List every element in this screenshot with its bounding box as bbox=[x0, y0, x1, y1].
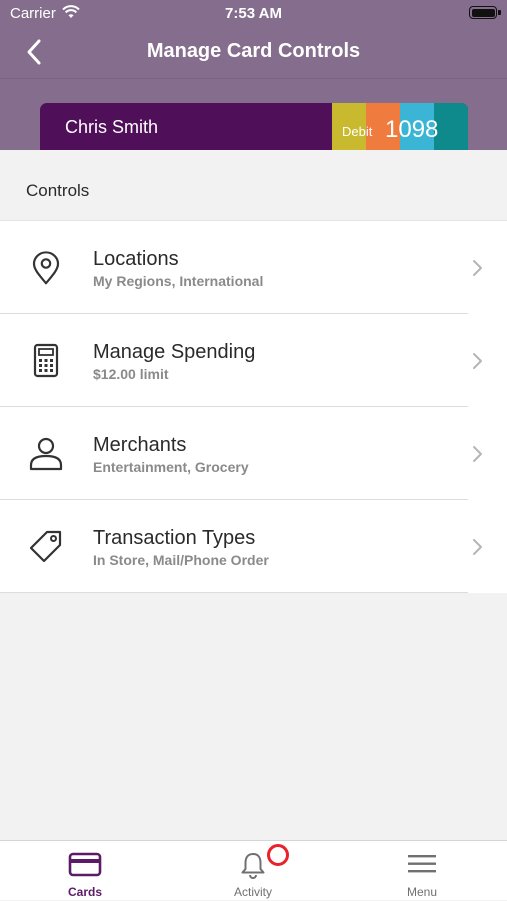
card-last4: 1098 bbox=[385, 116, 439, 143]
tab-menu[interactable]: Menu bbox=[362, 841, 482, 901]
card-icon bbox=[68, 851, 102, 882]
notification-badge bbox=[267, 844, 289, 866]
menu-icon bbox=[406, 851, 438, 882]
person-icon bbox=[26, 434, 66, 474]
control-row-spending[interactable]: Manage Spending $12.00 limit bbox=[0, 314, 507, 407]
control-row-locations[interactable]: Locations My Regions, International bbox=[0, 221, 507, 314]
chevron-right-icon bbox=[470, 259, 484, 277]
chevron-right-icon bbox=[470, 538, 484, 556]
location-pin-icon bbox=[26, 248, 66, 288]
control-row-transaction-types[interactable]: Transaction Types In Store, Mail/Phone O… bbox=[0, 500, 507, 593]
card-stripe-teal bbox=[434, 103, 468, 150]
chevron-right-icon bbox=[470, 352, 484, 370]
page-title: Manage Card Controls bbox=[146, 40, 361, 62]
section-title: Controls bbox=[26, 181, 90, 200]
control-title: Merchants bbox=[93, 434, 187, 456]
control-title: Transaction Types bbox=[93, 527, 256, 549]
tab-label: Cards bbox=[67, 885, 102, 899]
tab-label: Menu bbox=[406, 885, 438, 899]
tag-icon bbox=[26, 527, 66, 567]
tab-label: Activity bbox=[233, 885, 272, 899]
control-title: Manage Spending bbox=[93, 341, 256, 363]
nav-divider bbox=[0, 78, 507, 79]
cardholder-name: Chris Smith bbox=[65, 117, 159, 137]
control-row-merchants[interactable]: Merchants Entertainment, Grocery bbox=[0, 407, 507, 500]
tab-bar: Cards Activity Menu bbox=[0, 840, 507, 900]
control-subtitle: Entertainment, Grocery bbox=[93, 459, 249, 475]
battery-tip bbox=[498, 10, 501, 15]
chevron-right-icon bbox=[470, 445, 484, 463]
calculator-icon bbox=[26, 341, 66, 381]
controls-list: Locations My Regions, International Mana… bbox=[0, 221, 507, 593]
tab-activity[interactable]: Activity bbox=[193, 841, 313, 901]
clock: 7:53 AM bbox=[225, 5, 282, 22]
control-subtitle: $12.00 limit bbox=[93, 366, 169, 382]
battery-icon bbox=[469, 6, 497, 19]
bell-icon bbox=[238, 851, 268, 884]
control-subtitle: In Store, Mail/Phone Order bbox=[93, 552, 269, 568]
status-bar: Carrier 7:53 AM bbox=[0, 0, 507, 28]
control-subtitle: My Regions, International bbox=[93, 273, 264, 289]
tab-cards[interactable]: Cards bbox=[25, 841, 145, 901]
control-title: Locations bbox=[93, 248, 179, 270]
debit-card[interactable]: Chris Smith Debit 1098 bbox=[40, 103, 468, 150]
card-type: Debit bbox=[342, 124, 373, 139]
row-divider bbox=[0, 592, 468, 593]
